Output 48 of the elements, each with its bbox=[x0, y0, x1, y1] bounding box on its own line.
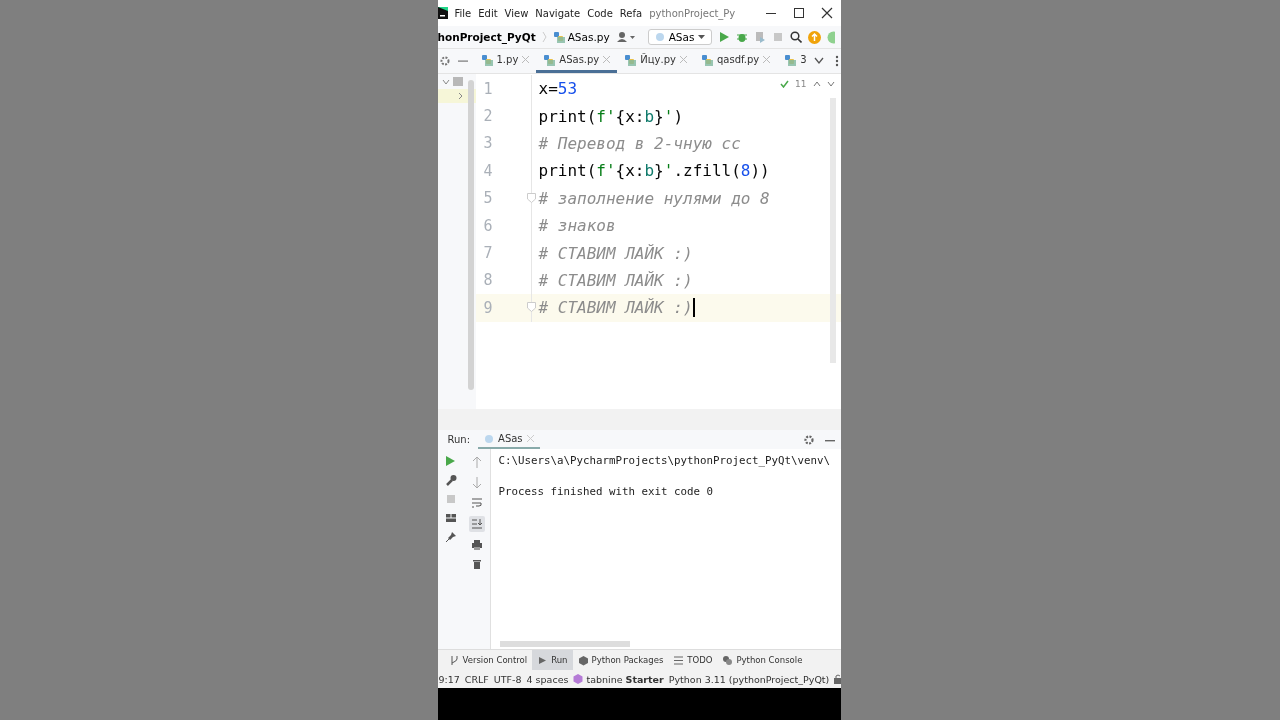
status-item[interactable]: 9:17 bbox=[438, 673, 460, 685]
panel-label: Run: bbox=[447, 434, 471, 445]
menu-item[interactable]: Edit bbox=[478, 7, 498, 19]
tool-window-button[interactable]: Version Control bbox=[443, 650, 533, 670]
console-output-line: C:\Users\a\PycharmProjects\pythonProject_PyQt\venv\ bbox=[498, 454, 830, 467]
menu-item[interactable]: Navigate bbox=[535, 7, 581, 19]
window-title: pythonProject_Py bbox=[649, 7, 736, 19]
tool-window-button[interactable]: TODO bbox=[668, 650, 718, 670]
code-line: # заполнение нулями до 8 bbox=[538, 188, 770, 208]
status-item[interactable]: UTF-8 bbox=[493, 673, 522, 685]
editor-tab[interactable]: 1.py bbox=[473, 49, 537, 73]
code-line: # СТАВИМ ЛАЙК :) bbox=[538, 243, 693, 263]
status-item[interactable]: tabnine Starter bbox=[586, 673, 664, 685]
line-number: 3 bbox=[483, 134, 493, 153]
code-line: # СТАВИМ ЛАЙК :) bbox=[538, 270, 693, 290]
menu-item[interactable]: Refa bbox=[619, 7, 643, 19]
status-item[interactable]: Python 3.11 (pythonProject_PyQt) bbox=[668, 673, 830, 685]
menu-item[interactable]: File bbox=[454, 7, 472, 19]
tool-window-button[interactable]: Run bbox=[532, 650, 573, 670]
tool-window-button[interactable]: Python Packages bbox=[572, 650, 669, 670]
line-number: 9 bbox=[483, 298, 493, 317]
inspection-count[interactable]: 11 bbox=[795, 79, 807, 89]
editor-tab[interactable]: 3 bbox=[777, 49, 814, 73]
tool-window-button[interactable]: Python Console bbox=[717, 650, 808, 670]
menu-item[interactable]: Code bbox=[587, 7, 613, 19]
line-number: 5 bbox=[483, 189, 493, 208]
line-number: 6 bbox=[483, 216, 493, 235]
line-number: 2 bbox=[483, 107, 493, 126]
menu-item[interactable]: View bbox=[504, 7, 529, 19]
code-line: # СТАВИМ ЛАЙК :) bbox=[538, 298, 693, 318]
status-item[interactable]: 4 spaces bbox=[526, 673, 569, 685]
breadcrumb[interactable]: honProject_PyQt bbox=[437, 31, 536, 43]
code-line: x=53 bbox=[538, 79, 578, 99]
editor-tab[interactable]: qasdf.py bbox=[693, 49, 778, 73]
code-line: print(f'{x:b}'.zfill(8)) bbox=[538, 161, 770, 181]
line-number: 7 bbox=[483, 244, 493, 263]
editor-tab[interactable]: ASas.py bbox=[536, 49, 618, 73]
console-output-line: Process finished with exit code 0 bbox=[498, 485, 714, 498]
code-line: # знаков bbox=[538, 216, 616, 236]
code-line: print(f'{x:b}') bbox=[538, 106, 684, 126]
line-number: 1 bbox=[483, 79, 493, 98]
line-number: 4 bbox=[483, 161, 493, 180]
run-configuration-dropdown[interactable]: ASas bbox=[647, 29, 713, 45]
editor-tab[interactable]: Йцу.py bbox=[617, 49, 694, 73]
status-item[interactable]: CRLF bbox=[464, 673, 489, 685]
breadcrumb[interactable]: ASas.py bbox=[567, 31, 610, 43]
code-line: # Перевод в 2-чную сс bbox=[538, 133, 741, 153]
line-number: 8 bbox=[483, 271, 493, 290]
